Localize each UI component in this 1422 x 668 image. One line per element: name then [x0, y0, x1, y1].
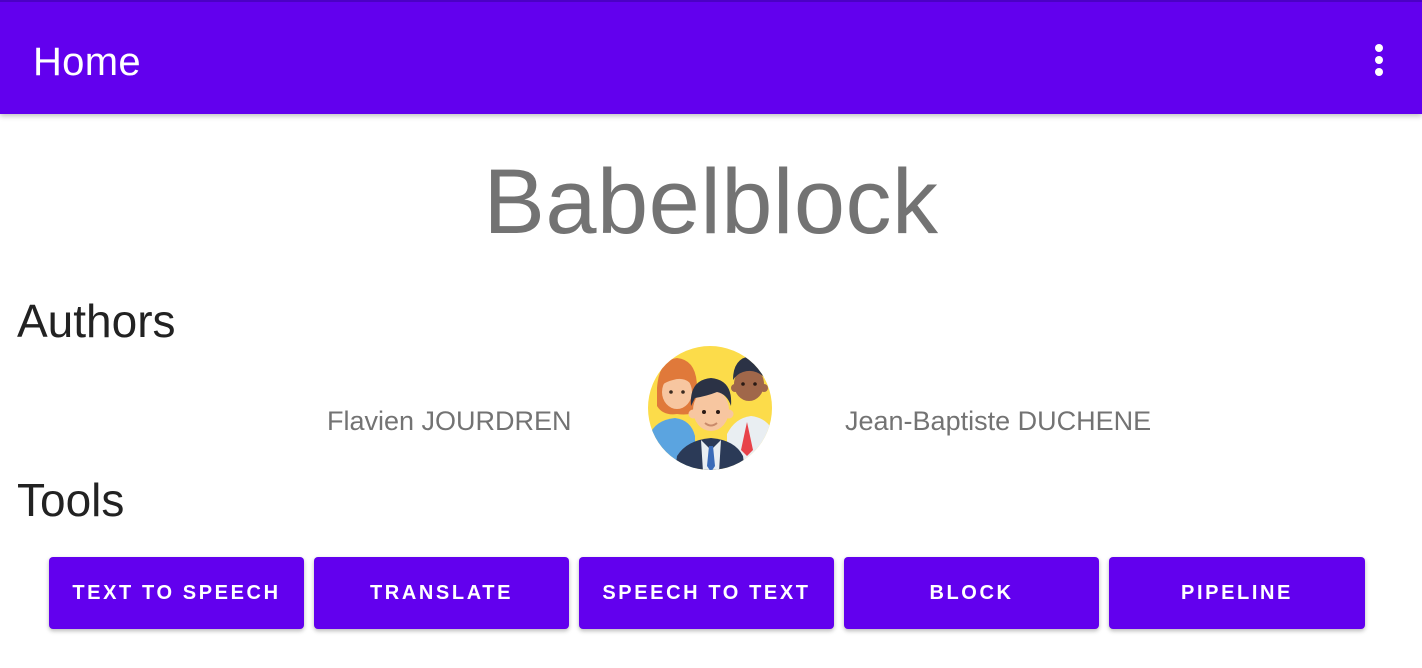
- more-vert-icon: [1375, 44, 1383, 52]
- author-name-1: Flavien JOURDREN: [327, 406, 572, 436]
- speech-to-text-button[interactable]: SPEECH TO TEXT: [579, 557, 834, 629]
- pipeline-button[interactable]: PIPELINE: [1109, 557, 1365, 629]
- block-button[interactable]: BLOCK: [844, 557, 1099, 629]
- tools-heading: Tools: [17, 474, 125, 526]
- author-name-2: Jean-Baptiste DUCHENE: [845, 406, 1152, 436]
- translate-button[interactable]: TRANSLATE: [314, 557, 569, 629]
- app-name-title: Babelblock: [483, 151, 939, 253]
- app-bar: Home: [0, 0, 1422, 114]
- more-vert-icon-dot: [1375, 68, 1383, 76]
- app-bar-title: Home: [33, 40, 141, 84]
- text-to-speech-button[interactable]: TEXT TO SPEECH: [49, 557, 304, 629]
- more-vert-icon-dot: [1375, 56, 1383, 64]
- more-options-button[interactable]: [1362, 38, 1396, 82]
- authors-heading: Authors: [17, 295, 176, 347]
- team-avatar-icon: [647, 344, 775, 472]
